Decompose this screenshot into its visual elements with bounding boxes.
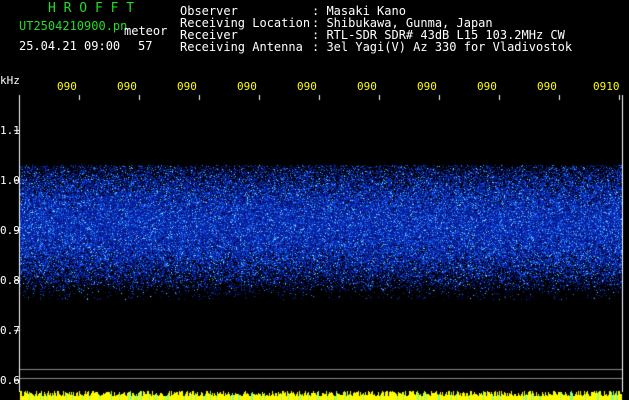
filename-label: UT2504210900.pn <box>19 19 128 33</box>
y-tick-0.8: 0.8 <box>0 274 20 287</box>
y-tick-0.6: 0.6 <box>0 374 20 387</box>
x-tick-8: 090 <box>477 80 497 93</box>
y-tick-1.0: 1.0 <box>0 174 20 187</box>
y-tick-0.7: 0.7 <box>0 324 20 337</box>
y-unit-label: kHz <box>0 74 20 87</box>
antenna-value: : 3el Yagi(V) Az 330 for Vladivostok <box>312 40 573 54</box>
y-tick-0.9: 0.9 <box>0 224 20 237</box>
program-title: H R O F F T <box>48 1 135 16</box>
x-tick-1: 090 <box>57 80 77 93</box>
x-tick-4: 090 <box>237 80 257 93</box>
x-tick-2: 090 <box>117 80 137 93</box>
y-tick-1.1: 1.1 <box>0 124 20 137</box>
x-tick-3: 090 <box>177 80 197 93</box>
x-tick-6: 090 <box>357 80 377 93</box>
x-tick-5: 090 <box>297 80 317 93</box>
spectrogram-canvas <box>0 0 629 400</box>
meteor-count: 57 <box>138 39 153 53</box>
x-tick-7: 090 <box>417 80 437 93</box>
x-tick-10: 0910 <box>593 80 620 93</box>
datetime-label: 25.04.21 09:00 <box>19 39 121 53</box>
antenna-label: Receiving Antenna <box>180 40 303 54</box>
x-tick-9: 090 <box>537 80 557 93</box>
meteor-label: meteor <box>124 24 168 38</box>
